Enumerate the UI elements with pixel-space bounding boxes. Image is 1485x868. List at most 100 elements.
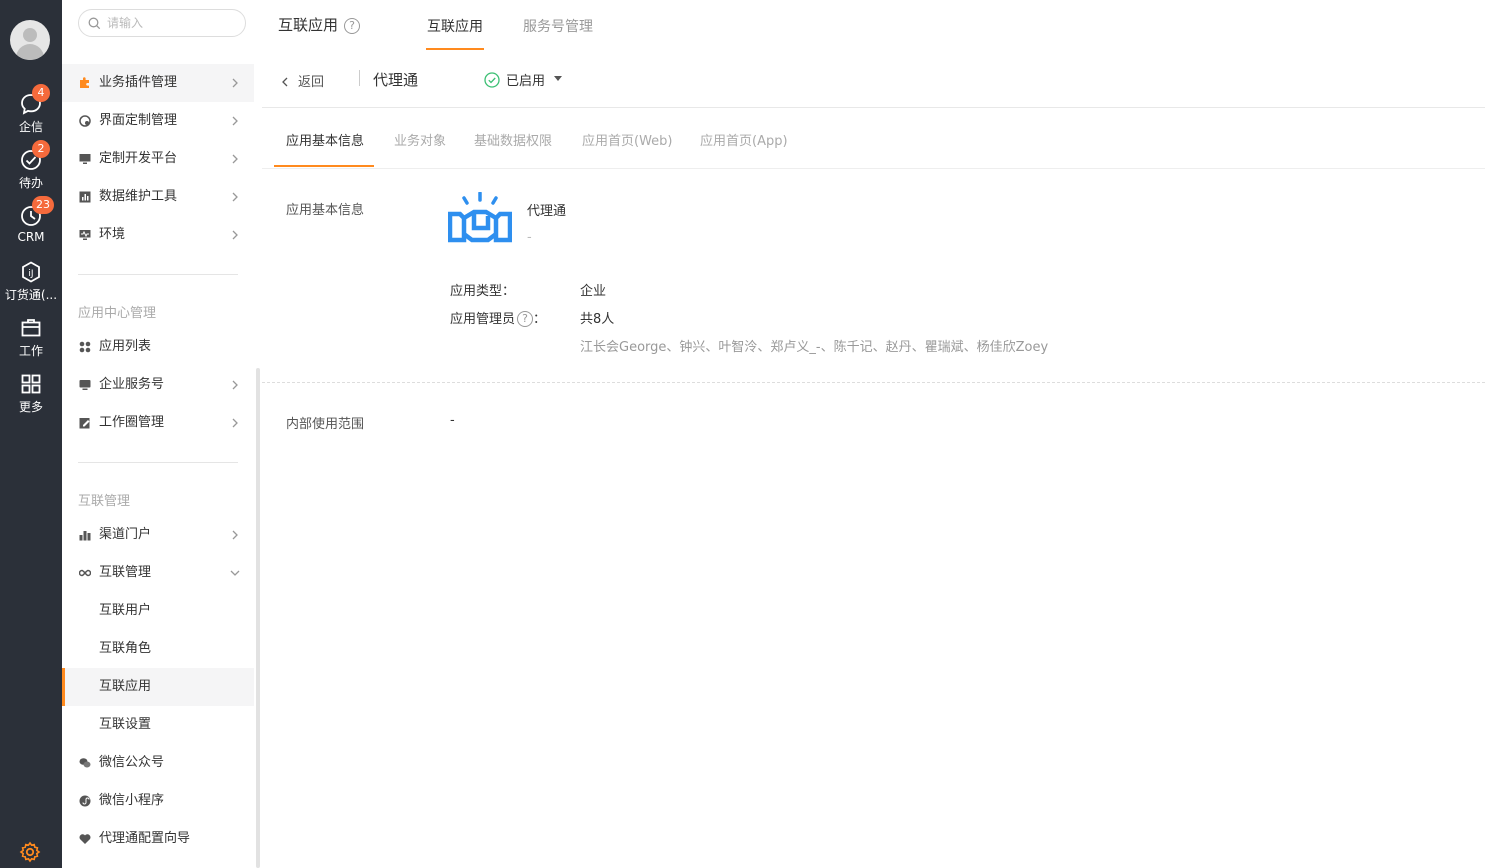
- chevron-right-icon: [232, 154, 238, 164]
- menu-item-agent-wizard[interactable]: 代理通配置向导: [62, 820, 254, 858]
- subtab-basic-info[interactable]: 应用基本信息: [286, 130, 364, 149]
- menu-item-app-list[interactable]: 应用列表: [62, 328, 254, 366]
- chevron-down-icon: [230, 570, 240, 576]
- app-grid-icon: [79, 341, 91, 353]
- menu-label-wechat-official: 微信公众号: [99, 755, 165, 770]
- rail-label-todo: 待办: [18, 176, 43, 190]
- menu-divider: [78, 274, 238, 275]
- caret-down-icon: [554, 76, 563, 81]
- briefcase-icon: [21, 319, 41, 337]
- rail-item-order[interactable]: iJ 订货通(...: [0, 260, 62, 310]
- tab-service-account-mgmt[interactable]: 服务号管理: [523, 16, 593, 36]
- app-admin-label-text: 应用管理员: [450, 312, 516, 327]
- menu-item-interconnect-mgmt[interactable]: 互联管理: [62, 554, 254, 592]
- app-type-label: 应用类型：: [450, 284, 516, 299]
- menu-label-interconnect-settings: 互联设置: [99, 717, 152, 732]
- chevron-left-icon: [282, 77, 288, 87]
- status-dropdown[interactable]: 已启用: [484, 70, 568, 89]
- subtab-home-app[interactable]: 应用首页(App): [700, 130, 788, 149]
- menu-item-wechat-official[interactable]: 微信公众号: [62, 744, 254, 782]
- section-label-basic: 应用基本信息: [286, 203, 365, 218]
- subtab-business-objects[interactable]: 业务对象: [394, 130, 446, 149]
- chevron-right-icon: [232, 116, 238, 126]
- menu-item-ui-custom[interactable]: 界面定制管理: [62, 102, 254, 140]
- admin-help-icon[interactable]: ?: [517, 311, 534, 327]
- menu-search[interactable]: [78, 9, 246, 37]
- menu-label-interconnect-roles: 互联角色: [99, 641, 152, 656]
- infinity-icon: [79, 569, 91, 577]
- search-input[interactable]: [107, 14, 237, 32]
- search-icon: [88, 17, 101, 30]
- menu-item-data-tools[interactable]: 数据维护工具: [62, 178, 254, 216]
- menu-divider: [78, 462, 238, 463]
- menu-item-interconnect-settings[interactable]: 互联设置: [62, 706, 254, 744]
- menu-item-work-circle[interactable]: 工作圈管理: [62, 404, 254, 442]
- menu-label-plugin: 业务插件管理: [99, 75, 178, 90]
- edit-icon: [79, 418, 90, 429]
- app-admin-colon: ：: [533, 312, 547, 327]
- app-description: -: [527, 230, 532, 245]
- rail-item-crm[interactable]: 23 CRM: [0, 196, 62, 254]
- menu-label-app-list: 应用列表: [99, 339, 152, 354]
- heart-handshake-icon: [79, 834, 91, 844]
- menu-label-service-account: 企业服务号: [99, 377, 165, 392]
- menu-item-env[interactable]: 环境: [62, 216, 254, 254]
- menu-item-service-account[interactable]: 企业服务号: [62, 366, 254, 404]
- rail-label-more: 更多: [18, 400, 43, 414]
- menu-item-interconnect-apps[interactable]: 互联应用: [62, 668, 254, 706]
- puzzle-icon: [80, 77, 89, 88]
- tab-interconnect-apps[interactable]: 互联应用: [427, 16, 483, 36]
- subtab-data-permissions[interactable]: 基础数据权限: [474, 130, 552, 149]
- menu-label-data-tools: 数据维护工具: [99, 189, 178, 204]
- menu-item-interconnect-users[interactable]: 互联用户: [62, 592, 254, 630]
- menu-label-ui-custom: 界面定制管理: [99, 113, 178, 128]
- page-title: 互联应用?: [278, 14, 361, 35]
- side-menu: 业务插件管理 界面定制管理 定制开发平台 数据维护工具 环境 应用中心管理 应用…: [62, 0, 262, 868]
- help-icon[interactable]: ?: [344, 18, 361, 34]
- wechat-icon: [79, 758, 91, 768]
- header-divider: [262, 107, 1485, 108]
- chevron-right-icon: [232, 530, 238, 540]
- detail-app-name: 代理通: [373, 71, 419, 89]
- back-label: 返回: [298, 75, 325, 90]
- rail-item-todo[interactable]: 2 待办: [0, 140, 62, 198]
- chevron-right-icon: [232, 78, 238, 88]
- crm-badge: 23: [32, 196, 54, 214]
- rail-item-qixin[interactable]: 4 企信: [0, 84, 62, 142]
- back-button[interactable]: 返回: [280, 71, 324, 90]
- qixin-badge: 4: [32, 84, 50, 102]
- page-title-text: 互联应用: [278, 16, 339, 34]
- chevron-right-icon: [232, 230, 238, 240]
- status-label: 已启用: [506, 74, 546, 89]
- settings-gear-icon[interactable]: [18, 840, 42, 864]
- rail-item-work[interactable]: 工作: [0, 316, 62, 366]
- menu-label-wechat-mini: 微信小程序: [99, 793, 165, 808]
- order-icon: iJ: [22, 261, 40, 283]
- handshake-app-icon: [448, 192, 512, 243]
- avatar[interactable]: [10, 20, 50, 60]
- chevron-right-icon: [232, 192, 238, 202]
- menu-item-channel-portal[interactable]: 渠道门户: [62, 516, 254, 554]
- left-rail: 4 企信 2 待办 23 CRM iJ 订货通(... 工作 更多: [0, 0, 62, 868]
- menu-scrollbar[interactable]: [256, 368, 260, 868]
- chevron-right-icon: [232, 380, 238, 390]
- menu-label-channel-portal: 渠道门户: [99, 527, 152, 542]
- rail-item-more[interactable]: 更多: [0, 372, 62, 422]
- rail-label-crm: CRM: [17, 230, 45, 244]
- subtab-home-web[interactable]: 应用首页(Web): [582, 130, 673, 149]
- building-icon: [79, 531, 91, 541]
- subtab-active-indicator: [274, 165, 374, 167]
- menu-label-work-circle: 工作圈管理: [99, 415, 165, 430]
- menu-label-env: 环境: [99, 227, 126, 242]
- app-admin-names: 江长会George、钟兴、叶智泠、郑卢义_-、陈千记、赵丹、瞿瑞斌、杨佳欣Zoe…: [580, 340, 1049, 355]
- menu-item-dev-platform[interactable]: 定制开发平台: [62, 140, 254, 178]
- menu-item-wechat-mini[interactable]: 微信小程序: [62, 782, 254, 820]
- screen-icon: [79, 380, 91, 390]
- rail-label-order: 订货通(...: [4, 288, 58, 302]
- menu-item-plugin[interactable]: 业务插件管理: [62, 64, 254, 102]
- environment-icon: [79, 230, 91, 240]
- menu-item-interconnect-roles[interactable]: 互联角色: [62, 630, 254, 668]
- svg-text:iJ: iJ: [28, 269, 33, 279]
- check-circle-icon: [484, 72, 500, 88]
- app-type-value: 企业: [580, 284, 607, 299]
